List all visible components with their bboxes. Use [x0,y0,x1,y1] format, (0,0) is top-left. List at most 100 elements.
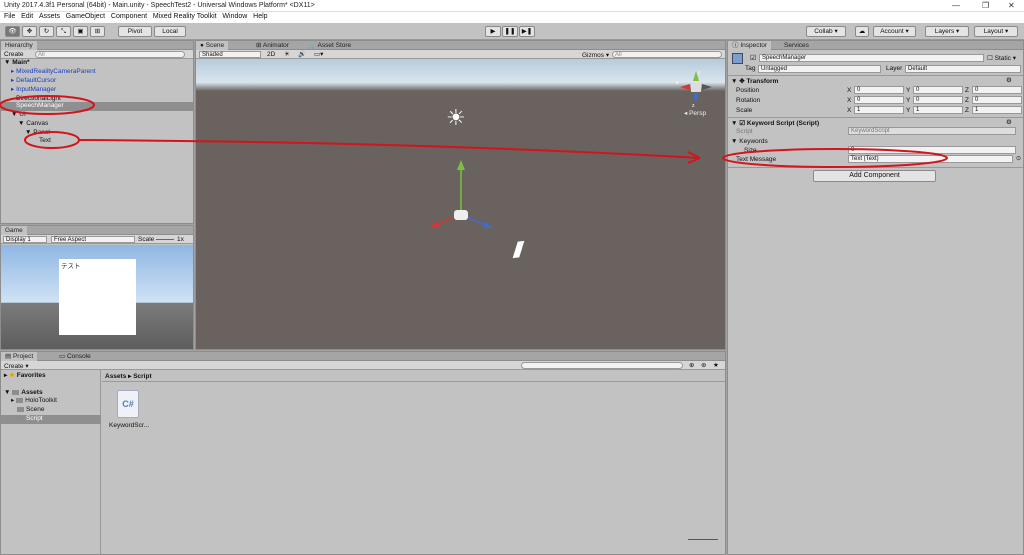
pivot-toggle[interactable]: Pivot [118,26,152,37]
cloud-icon[interactable]: ☁ [855,26,869,37]
move-gizmo-icon[interactable] [421,154,511,244]
hand-tool-icon[interactable]: 👁 [5,26,20,37]
tab-services[interactable]: Services [780,41,813,50]
gizmos-dropdown[interactable]: Gizmos ▾ [582,51,609,59]
play-button[interactable]: ▶ [485,26,501,37]
layout-dropdown[interactable]: Layout ▾ [974,26,1018,37]
hierarchy-item-text[interactable]: Text [39,137,51,146]
hierarchy-item-speechmanager[interactable]: SpeechManager [1,102,193,111]
scene-axis-gizmo-icon[interactable]: y x z [676,67,716,107]
scene-view[interactable]: ☀ ◂ Persp y x z [196,59,725,349]
scene-search-input[interactable]: All [612,51,722,58]
step-button[interactable]: ▶❚ [519,26,535,37]
menu-edit[interactable]: Edit [21,13,33,20]
object-picker-icon[interactable]: ⊙ [1016,155,1021,162]
tab-game[interactable]: Game [1,226,27,235]
folder-script[interactable]: Script [1,415,101,424]
icon-size-slider[interactable] [688,539,718,540]
rotation-x-field[interactable]: 0 [854,96,904,104]
position-z-field[interactable]: 0 [972,86,1022,94]
tab-scene[interactable]: ● Scene [196,41,229,50]
menu-gameobject[interactable]: GameObject [66,13,105,20]
shading-dropdown[interactable]: Shaded [199,51,261,58]
script-field[interactable]: KeywordScript [848,127,1016,135]
layer-dropdown[interactable]: Default [905,65,1021,73]
favorite-star-icon[interactable]: ★ [713,361,719,369]
lighting-icon[interactable]: ☀ [284,50,290,58]
layers-dropdown[interactable]: Layers ▾ [925,26,969,37]
aspect-dropdown[interactable]: Free Aspect [51,236,135,243]
game-canvas-panel: テスト [59,259,136,335]
menu-window[interactable]: Window [222,13,247,20]
hierarchy-item-mixedrealitycameraparent[interactable]: ▸ MixedRealityCameraParent [11,68,96,77]
tab-animator[interactable]: ⊞ Animator [252,41,293,50]
hierarchy-item-canvas[interactable]: ▼ Canvas [18,120,48,129]
hierarchy-item-ui[interactable]: ▼ UI [11,111,26,120]
close-button[interactable]: ✕ [1008,1,1015,10]
move-tool-icon[interactable]: ✥ [22,26,37,37]
rect-tool-icon[interactable]: ▣ [73,26,88,37]
collab-dropdown[interactable]: Collab ▾ [806,26,846,37]
game-view[interactable]: テスト [1,245,193,349]
scale-slider[interactable] [156,239,174,240]
scale-x-field[interactable]: 1 [854,106,904,114]
rotate-tool-icon[interactable]: ↻ [39,26,54,37]
position-y-field[interactable]: 0 [913,86,963,94]
scale-tool-icon[interactable]: ⤡ [56,26,71,37]
hierarchy-item-defaultcursor[interactable]: ▸ DefaultCursor [11,77,56,86]
effects-icon[interactable]: ▭▾ [314,50,323,58]
menu-file[interactable]: File [4,13,15,20]
account-dropdown[interactable]: Account ▾ [873,26,916,37]
breadcrumb-script[interactable]: Script [133,373,151,380]
project-create-button[interactable]: Create ▾ [4,362,29,370]
transform-tool-icon[interactable]: ⊞ [90,26,105,37]
file-name-keywordscript[interactable]: KeywordScr... [109,422,149,429]
hierarchy-search-input[interactable]: All [35,51,185,58]
maximize-button[interactable]: ❐ [982,1,989,10]
position-x-field[interactable]: 0 [854,86,904,94]
keywords-foldout[interactable]: ▼ Keywords [731,138,768,145]
rotation-y-field[interactable]: 0 [913,96,963,104]
breadcrumb-assets[interactable]: Assets [105,373,126,380]
folder-scene[interactable]: Scene [17,406,44,415]
hierarchy-item-inputmanager[interactable]: ▸ InputManager [11,86,56,95]
menu-help[interactable]: Help [253,13,267,20]
project-search-input[interactable] [521,362,683,369]
tab-hierarchy[interactable]: Hierarchy [1,41,37,50]
scale-z-field[interactable]: 1 [972,106,1022,114]
local-toggle[interactable]: Local [154,26,186,37]
component-settings-icon[interactable]: ⚙ [1006,118,1012,126]
pause-button[interactable]: ❚❚ [502,26,518,37]
size-field[interactable]: 0 [848,146,1016,154]
main-toolbar: 👁 ✥ ↻ ⤡ ▣ ⊞ Pivot Local ▶ ❚❚ ▶❚ Collab ▾… [0,23,1024,40]
rotation-z-field[interactable]: 0 [972,96,1022,104]
folder-holotoolkit[interactable]: ▸ HoloToolkit [11,397,57,406]
display-dropdown[interactable]: Display 1 [3,236,47,243]
audio-icon[interactable]: 🔊 [298,50,306,58]
scale-y-field[interactable]: 1 [913,106,963,114]
text-message-field[interactable]: Text (Text) [848,155,1013,163]
transform-settings-icon[interactable]: ⚙ [1006,76,1012,84]
favorites-item[interactable]: ▸ ★ Favorites [4,372,46,381]
hierarchy-create-button[interactable]: Create [4,51,24,58]
tag-dropdown[interactable]: Untagged [758,65,881,73]
static-checkbox[interactable]: ☐ Static ▾ [987,54,1016,62]
tab-inspector[interactable]: ⓘ Inspector [728,41,772,50]
tab-console[interactable]: ▭ Console [55,352,95,361]
menu-mixed-reality-toolkit[interactable]: Mixed Reality Toolkit [153,13,217,20]
object-name-field[interactable]: SpeechManager [759,54,984,62]
filter-label-icon[interactable]: ⊛ [701,361,706,369]
menu-component[interactable]: Component [111,13,147,20]
keyword-script-header[interactable]: ▼ ☑ Keyword Script (Script) [731,119,819,127]
filter-type-icon[interactable]: ⊕ [689,361,694,369]
active-checkbox[interactable]: ☑ [750,54,756,62]
csharp-script-icon[interactable]: C# [117,390,139,418]
tab-project[interactable]: ▤ Project [1,352,38,361]
mode-2d-toggle[interactable]: 2D [267,51,275,58]
minimize-button[interactable]: — [952,1,960,10]
add-component-button[interactable]: Add Component [813,170,936,182]
transform-header[interactable]: ▼ ✥ Transform [731,77,778,85]
menu-assets[interactable]: Assets [39,13,60,20]
scene-root[interactable]: ▼ Main* [4,59,30,68]
tab-asset-store[interactable]: 🛒 Asset Store [304,41,355,50]
